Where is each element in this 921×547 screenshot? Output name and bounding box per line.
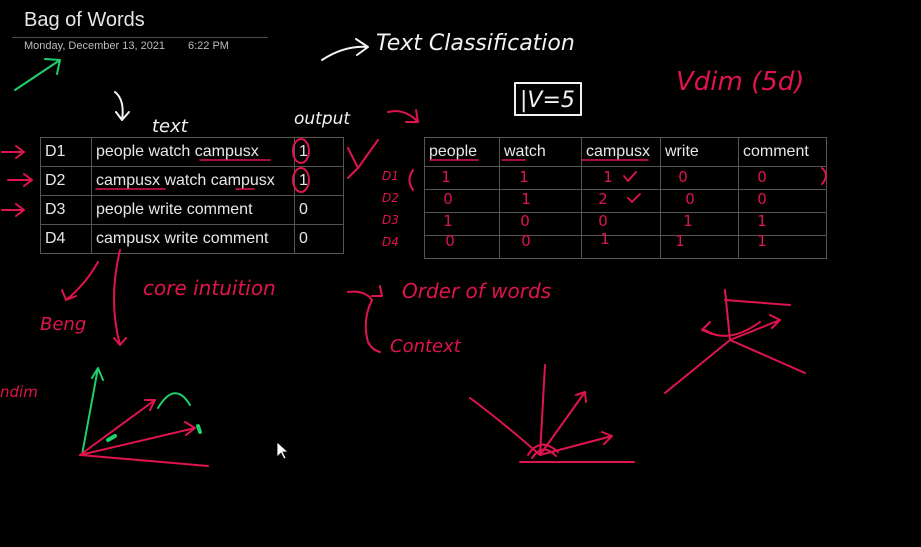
row-label-d4: D4 — [382, 235, 399, 249]
right-angle-arc — [701, 321, 761, 337]
vector-value: 1 — [757, 232, 767, 250]
text-label-note: text — [152, 116, 189, 137]
vector-value: 0 — [757, 190, 767, 208]
right-axes — [664, 289, 806, 394]
vdim-note: Vdim (5d) — [676, 67, 804, 97]
down-arrow-stroke — [114, 91, 130, 121]
output-circle-1 — [292, 138, 310, 164]
vector-value: 1 — [757, 212, 767, 230]
vector-value: 1 — [441, 168, 451, 186]
core-arrow — [113, 249, 127, 346]
ink-layer: Text Classification |V=5 Vdim (5d) text … — [0, 31, 827, 467]
vector-value: 1 — [600, 230, 610, 248]
vector-value: 1 — [519, 168, 529, 186]
output-label-note: output — [294, 109, 351, 129]
mouse-cursor-icon — [276, 441, 290, 460]
vector-value: 1 — [675, 232, 685, 250]
text-classification-note: Text Classification — [376, 31, 575, 56]
vector-value: 0 — [445, 232, 455, 250]
vector-value: 0 — [757, 168, 767, 186]
vector-2 — [79, 421, 196, 456]
side-arrow-3 — [1, 203, 25, 217]
side-arrow-1 — [1, 145, 25, 159]
ndim-note: ndim — [0, 383, 38, 401]
green-angle-arc — [157, 392, 191, 409]
vector-value: 0 — [598, 212, 608, 230]
core-intuition-note: core intuition — [143, 276, 276, 300]
right-vector — [729, 314, 781, 341]
x-axis-stroke — [79, 454, 209, 467]
vector-value: 2 — [598, 190, 608, 208]
vector-value: 0 — [520, 212, 530, 230]
check-marks — [623, 171, 641, 203]
vector-value: 0 — [678, 168, 688, 186]
order-context-brace — [347, 285, 383, 353]
vector-value: 1 — [521, 190, 531, 208]
row-label-d1: D1 — [382, 169, 399, 183]
red-arrow-stroke — [387, 109, 419, 123]
order-of-words-note: Order of words — [402, 279, 551, 303]
y-bracket — [347, 139, 379, 179]
beng-note: Beng — [40, 314, 86, 335]
vector-value: 1 — [603, 168, 613, 186]
vector-value: 1 — [683, 212, 693, 230]
beng-arrow — [61, 261, 99, 301]
context-note: Context — [390, 336, 462, 357]
green-arrow-stroke — [14, 58, 61, 91]
green-axis-vector — [81, 367, 104, 456]
v-equals-note: |V=5 — [520, 88, 575, 113]
side-arrow-2 — [7, 173, 33, 187]
row-label-d2: D2 — [382, 191, 399, 205]
vector-value: 0 — [685, 190, 695, 208]
white-arrow-stroke — [321, 38, 369, 61]
vector-value: 0 — [443, 190, 453, 208]
output-circle-2 — [292, 167, 310, 193]
row-label-d3: D3 — [382, 213, 399, 227]
vector-value: 0 — [521, 232, 531, 250]
word-underlines — [95, 159, 271, 190]
vector-value: 1 — [443, 212, 453, 230]
